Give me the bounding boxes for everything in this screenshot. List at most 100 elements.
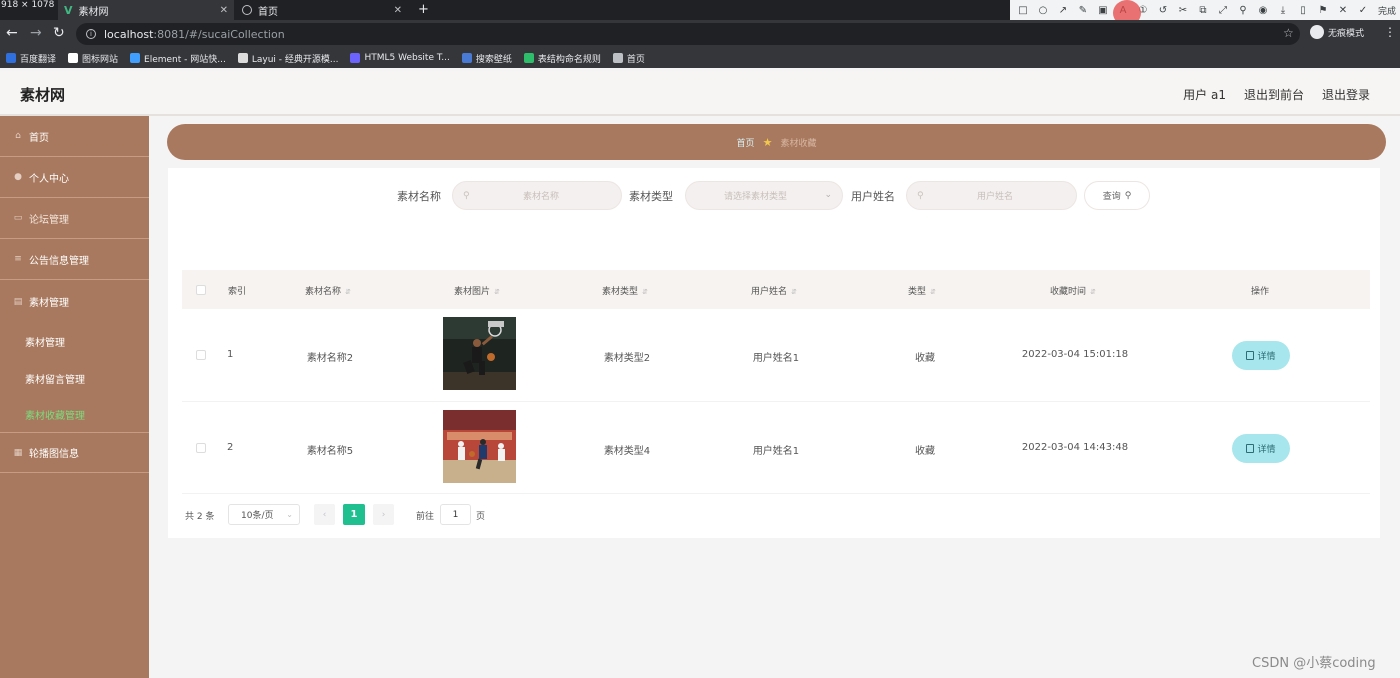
back-icon[interactable]: ←: [6, 25, 18, 41]
bookmark-item[interactable]: 表结构命名规则: [523, 52, 601, 65]
submenu-material-manage[interactable]: 素材管理: [25, 334, 65, 349]
detail-button-label: 详情: [1257, 445, 1276, 455]
url-path: :8081/#/sucaiCollection: [153, 27, 285, 41]
ellipse-icon[interactable]: ○: [1036, 3, 1050, 17]
sort-icon: ⇵: [930, 288, 936, 296]
sidebar-item-profile[interactable]: ● 个人中心: [0, 157, 149, 198]
submenu-material-collection[interactable]: 素材收藏管理: [25, 407, 85, 422]
sidebar-item-home[interactable]: ⌂ 首页: [0, 116, 149, 157]
forward-icon[interactable]: →: [30, 25, 42, 41]
back-to-front-link[interactable]: 退出到前台: [1244, 86, 1304, 103]
user-icon: ●: [14, 172, 22, 182]
row-type: 素材类型4: [603, 446, 651, 457]
incognito-label: 无痕模式: [1328, 28, 1365, 39]
phone-icon[interactable]: ▯: [1296, 3, 1310, 17]
screen-dimension-overlay: 918 × 1078: [1, 0, 55, 10]
row-index: 1: [227, 349, 234, 360]
user-search-input[interactable]: ⚲ 用户姓名: [906, 181, 1077, 210]
download-icon[interactable]: ⤓: [1276, 3, 1290, 17]
col-header-type[interactable]: 素材类型 ⇵: [602, 284, 648, 297]
new-tab-button[interactable]: +: [418, 2, 429, 17]
app-header: 素材网 用户 a1 退出到前台 退出登录: [0, 71, 1400, 116]
rectangle-icon[interactable]: □: [1016, 3, 1030, 17]
tab-close-icon[interactable]: ✕: [220, 5, 228, 16]
page-number-current[interactable]: 1: [343, 504, 365, 525]
material-thumbnail: [443, 317, 516, 390]
col-header-name[interactable]: 素材名称 ⇵: [305, 284, 351, 297]
bookmark-item[interactable]: 图标网站: [68, 52, 118, 65]
breadcrumb-home[interactable]: 首页: [737, 136, 755, 149]
detail-button[interactable]: 详情: [1232, 341, 1290, 370]
close-icon[interactable]: ✕: [1336, 3, 1350, 17]
col-header-index: 索引: [227, 287, 247, 297]
next-page-button[interactable]: ›: [373, 504, 394, 525]
query-button-label: 查询: [1102, 192, 1121, 202]
tab-sucai[interactable]: V 素材网 ✕: [58, 0, 234, 20]
sidebar-item-carousel[interactable]: ▦ 轮播图信息: [0, 432, 149, 473]
tab-home[interactable]: 首页 ✕: [236, 0, 408, 20]
reload-icon[interactable]: ↻: [53, 25, 65, 41]
bookmark-item[interactable]: Layui - 经典开源模...: [237, 52, 338, 65]
bookmark-item[interactable]: Element - 网站快...: [130, 52, 226, 65]
undo-icon[interactable]: ↺: [1156, 3, 1170, 17]
col-header-kind[interactable]: 类型 ⇵: [908, 284, 936, 297]
prev-page-button[interactable]: ‹: [314, 504, 335, 525]
tab-title: 首页: [258, 6, 278, 18]
row-checkbox[interactable]: [196, 350, 206, 360]
bookmark-favicon-icon: [237, 53, 248, 63]
bookmark-item[interactable]: 百度翻译: [6, 52, 56, 65]
bookmark-label: 图标网站: [82, 54, 119, 65]
browser-menu-icon[interactable]: ⋮: [1384, 25, 1396, 39]
pen-icon[interactable]: ✎: [1076, 3, 1090, 17]
bookmark-star-icon[interactable]: ☆: [1283, 26, 1294, 40]
bookmark-item[interactable]: 搜索壁纸: [461, 52, 512, 65]
col-header-time[interactable]: 收藏时间 ⇵: [1050, 284, 1096, 297]
forum-icon: ▭: [13, 213, 23, 223]
user-search-label: 用户姓名: [851, 190, 895, 203]
query-button[interactable]: 查询 ⚲: [1084, 181, 1150, 210]
pin-icon[interactable]: ⚲: [1236, 3, 1250, 17]
incognito-indicator[interactable]: 无痕模式: [1310, 25, 1364, 39]
row-checkbox[interactable]: [196, 443, 206, 453]
url-field[interactable]: i localhost:8081/#/sucaiCollection: [76, 23, 1300, 45]
tab-close-icon[interactable]: ✕: [394, 5, 402, 16]
sidebar-item-material[interactable]: ▤ 素材管理: [0, 281, 149, 322]
sidebar-item-label: 轮播图信息: [29, 449, 79, 460]
bookmark-label: Element - 网站快...: [144, 54, 226, 65]
type-select[interactable]: 请选择素材类型 ⌄: [685, 181, 843, 210]
detail-button[interactable]: 详情: [1232, 434, 1290, 463]
done-label[interactable]: 完成: [1378, 4, 1396, 17]
info-icon[interactable]: i: [86, 29, 96, 39]
bookmark-label: 百度翻译: [20, 54, 57, 65]
sidebar-item-label: 首页: [29, 132, 49, 144]
bookmark-icon[interactable]: ⚑: [1316, 3, 1330, 17]
bookmark-favicon-icon: [612, 53, 623, 63]
col-header-image[interactable]: 素材图片 ⇵: [454, 284, 500, 297]
bookmark-item[interactable]: 首页: [612, 52, 645, 65]
name-search-input[interactable]: ⚲ 素材名称: [452, 181, 622, 210]
sidebar-item-forum[interactable]: ▭ 论坛管理: [0, 198, 149, 239]
document-icon: [1246, 444, 1255, 453]
goto-page-input[interactable]: 1: [440, 504, 471, 525]
expand-icon[interactable]: ⤢: [1216, 3, 1230, 17]
mosaic-icon[interactable]: ▣: [1096, 3, 1110, 17]
document-icon: [1246, 351, 1255, 360]
bookmark-item[interactable]: HTML5 Website T...: [350, 53, 450, 63]
row-kind: 收藏: [915, 353, 935, 364]
col-header-user[interactable]: 用户姓名 ⇵: [751, 284, 797, 297]
row-type: 素材类型2: [603, 353, 651, 364]
logout-link[interactable]: 退出登录: [1322, 86, 1370, 103]
search-icon: ⚲: [917, 190, 924, 201]
record-icon[interactable]: ◉: [1256, 3, 1270, 17]
copy-icon[interactable]: ⧉: [1196, 3, 1210, 17]
page-size-select[interactable]: 10条/页 ⌄: [228, 504, 300, 525]
arrow-icon[interactable]: ↗: [1056, 3, 1070, 17]
page-size-value: 10条/页: [241, 511, 274, 521]
sidebar-item-notice[interactable]: ≡ 公告信息管理: [0, 239, 149, 280]
submenu-material-comments[interactable]: 素材留言管理: [25, 371, 85, 386]
watermark: CSDN @小蔡coding: [1252, 656, 1376, 671]
check-icon[interactable]: ✓: [1356, 3, 1370, 17]
scissors-icon[interactable]: ✂: [1176, 3, 1190, 17]
select-all-checkbox[interactable]: [196, 285, 206, 295]
goto-suffix: 页: [476, 512, 486, 522]
